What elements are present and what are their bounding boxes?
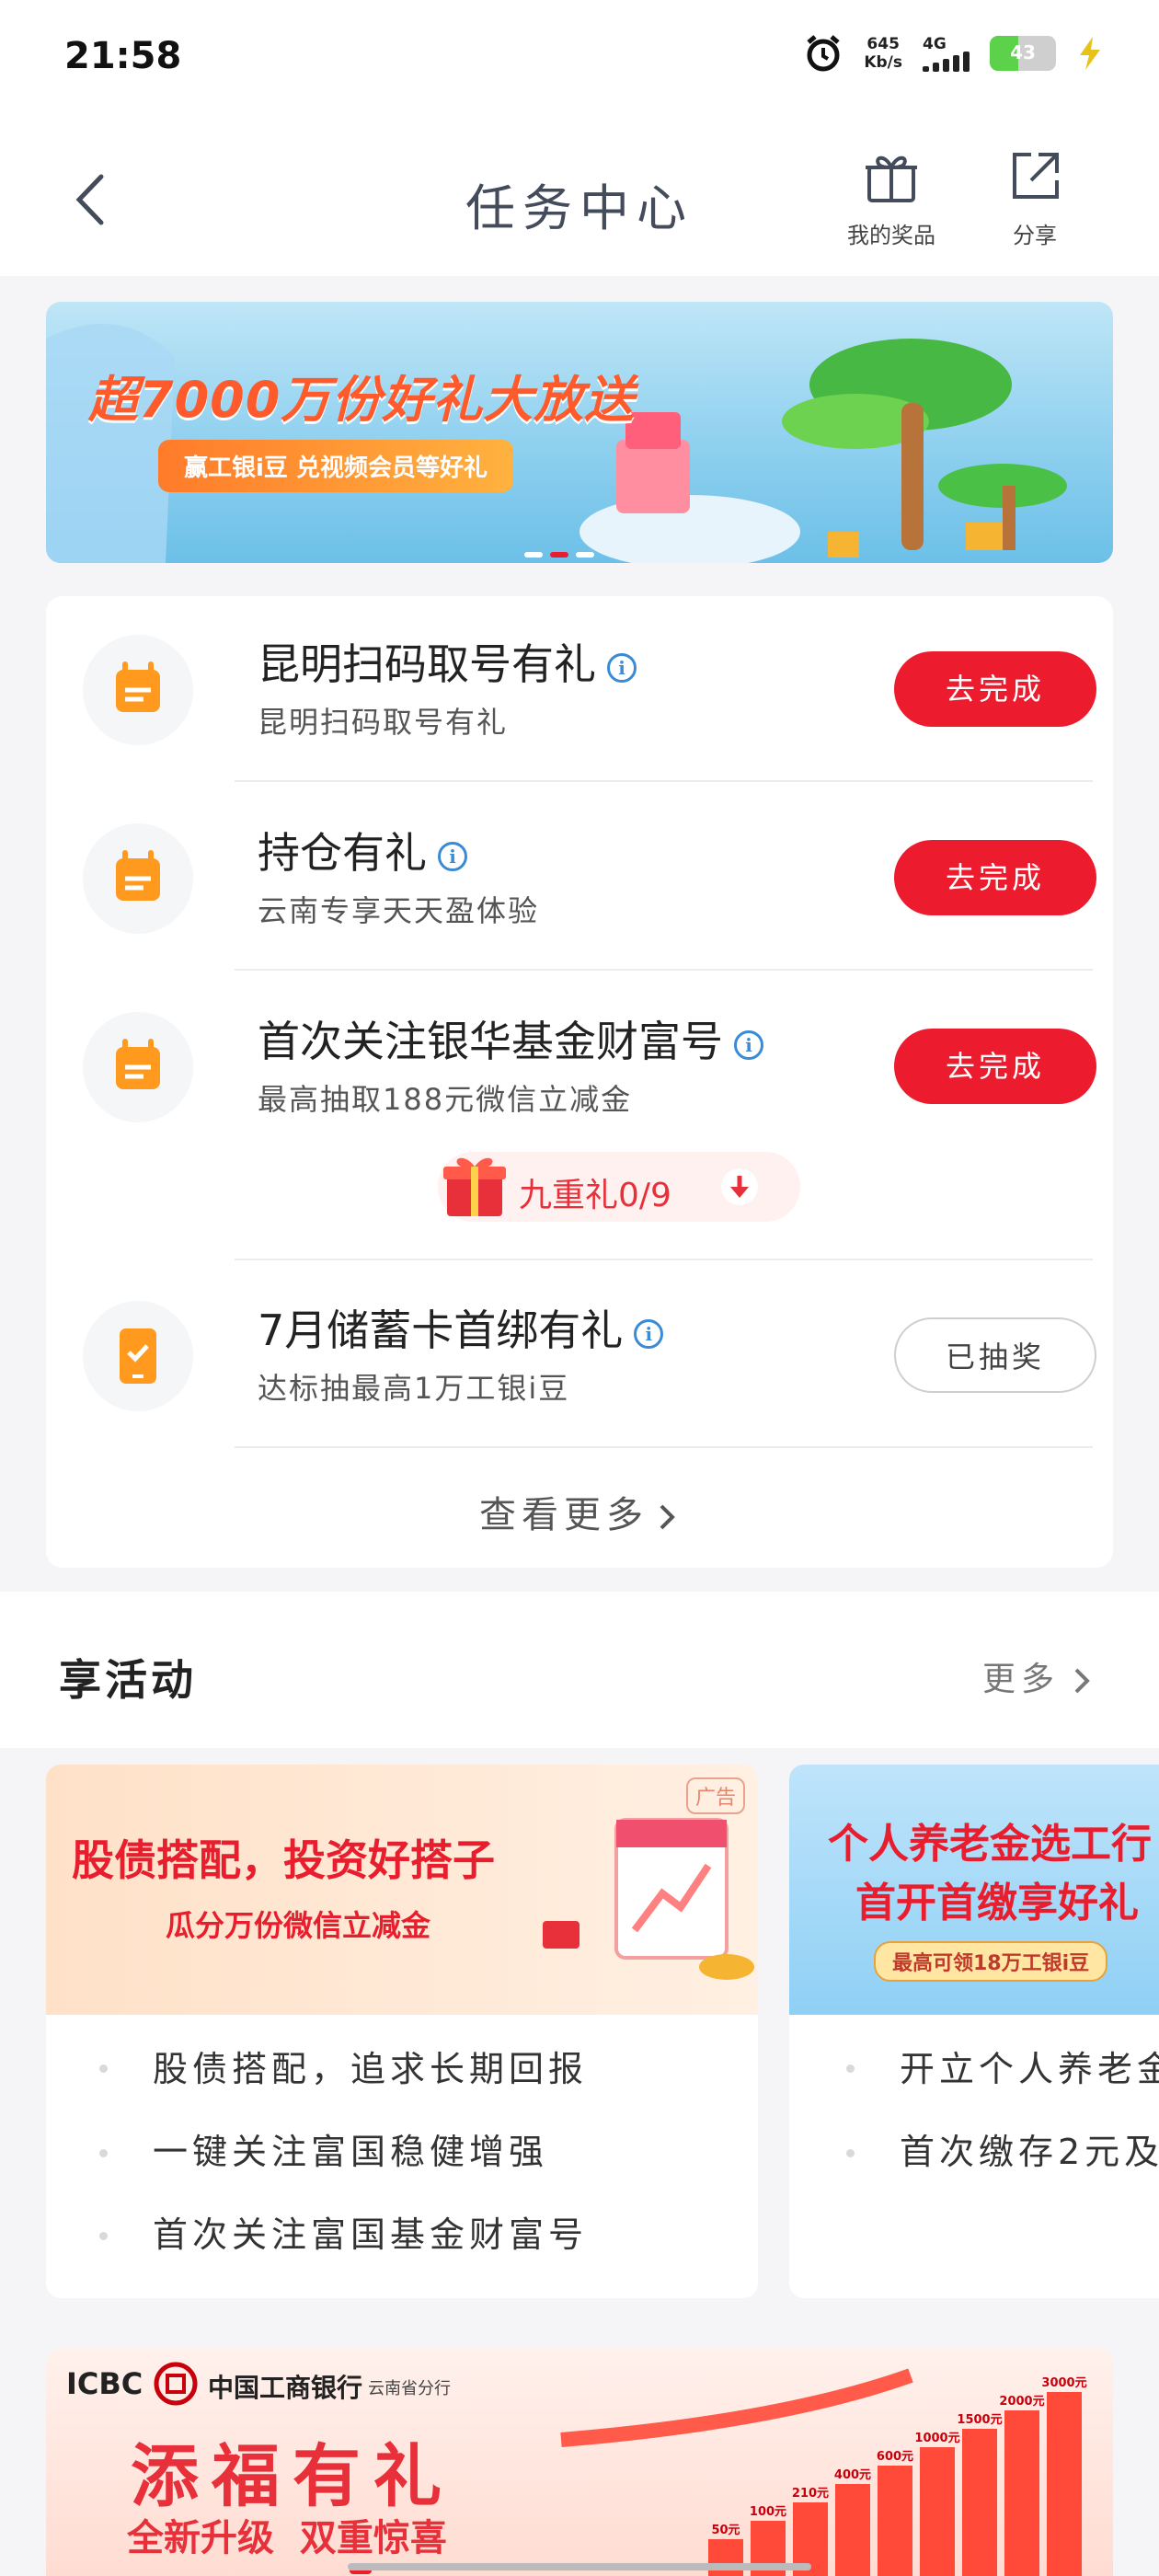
- calendar-icon: [83, 635, 193, 745]
- battery-icon: 43: [990, 36, 1056, 71]
- banner-artwork: [46, 324, 1067, 563]
- info-icon[interactable]: i: [634, 1318, 664, 1349]
- step-label: 400元: [834, 2468, 871, 2482]
- arrow-down-icon: [721, 1168, 758, 1205]
- activity-sub: 瓜分万份微信立减金: [166, 1908, 431, 1943]
- activity-headline: 个人养老金选工行: [828, 1821, 1152, 1868]
- banner-subtitle: 赢工银i豆 兑视频会员等好礼: [158, 440, 513, 492]
- section-title: 享活动: [59, 1655, 197, 1705]
- list-item: 首次关注富国基金财富号: [153, 2214, 589, 2255]
- icbc-promo-banner[interactable]: ICBC 中国工商银行 云南省分行 添福有礼 全新升级 双重惊喜 50元 100元…: [46, 2348, 1113, 2576]
- info-icon[interactable]: i: [607, 652, 637, 683]
- task-title: 持仓有礼 i: [258, 820, 467, 880]
- nine-gifts-toggle[interactable]: 九重礼0/9: [438, 1152, 800, 1222]
- drawn-button[interactable]: 已抽奖: [894, 1317, 1096, 1393]
- divider: [235, 1259, 1093, 1260]
- divider: [235, 969, 1093, 971]
- activity-image: [46, 1765, 758, 2015]
- more-link[interactable]: 更多: [982, 1652, 1095, 1700]
- signal-icon: [923, 52, 970, 72]
- share-button[interactable]: 分享: [975, 147, 1095, 249]
- go-complete-button[interactable]: 去完成: [894, 840, 1096, 915]
- net-speed: 645 Kb/s: [864, 35, 902, 72]
- gift-box-icon: [443, 1157, 506, 1216]
- step-label: 100元: [750, 2505, 786, 2519]
- phone-card-icon: [83, 1301, 193, 1411]
- ad-badge: 广告: [685, 1777, 745, 1814]
- status-bar: 21:58 645 Kb/s 4G 43: [0, 0, 1159, 120]
- charging-icon: [1080, 37, 1100, 70]
- activity-badge: 最高可领18万工银i豆: [874, 1941, 1108, 1982]
- divider: [235, 1446, 1093, 1448]
- step-bar: [920, 2447, 955, 2576]
- task-list: 昆明扫码取号有礼 i 昆明扫码取号有礼 去完成 持仓有礼 i 云南专享天天盈体验 去…: [46, 596, 1113, 1568]
- go-complete-button[interactable]: 去完成: [894, 1029, 1096, 1104]
- home-indicator: [348, 2563, 811, 2570]
- gift-icon: [866, 155, 917, 202]
- step-label: 3000元: [1041, 2376, 1086, 2390]
- task-title: 昆明扫码取号有礼 i: [258, 631, 637, 692]
- activity-sub: 首开首缴享好礼: [855, 1880, 1139, 1926]
- step-label: 2000元: [999, 2395, 1044, 2409]
- chevron-right-icon: [660, 1504, 675, 1530]
- nine-gifts-label: 九重礼0/9: [519, 1177, 671, 1214]
- network-type: 4G: [923, 35, 947, 53]
- alarm-icon: [807, 35, 840, 72]
- step-bar: [1047, 2392, 1082, 2576]
- activity-card[interactable]: 广告 股债搭配，投资好搭子 瓜分万份微信立减金 股债搭配，追求长期回报 一键关注…: [46, 1765, 758, 2298]
- share-icon: [1013, 153, 1059, 199]
- banner-headline: 超7000万份好礼大放送: [88, 371, 636, 429]
- go-complete-button[interactable]: 去完成: [894, 651, 1096, 727]
- task-desc: 昆明扫码取号有礼: [258, 705, 509, 740]
- task-title: 7月储蓄卡首绑有礼 i: [258, 1297, 664, 1358]
- calendar-icon: [83, 1012, 193, 1122]
- calendar-icon: [83, 823, 193, 934]
- list-item: 首次缴存2元及: [900, 2132, 1159, 2172]
- divider: [235, 780, 1093, 782]
- step-label: 600元: [877, 2450, 913, 2464]
- activity-card[interactable]: 个人养老金选工行 首开首缴享好礼 最高可领18万工银i豆 开立个人养老金 首次缴…: [789, 1765, 1159, 2298]
- list-item: 一键关注富国稳健增强: [153, 2132, 549, 2172]
- calendar-chart-illustration: [543, 1818, 754, 1980]
- step-label: 1000元: [914, 2432, 959, 2445]
- step-bars-illustration: 50元 100元 210元 400元 600元1000元 1500元 2000元 3000元: [350, 2368, 1087, 2576]
- step-bar: [962, 2429, 997, 2576]
- clock: 21:58: [64, 35, 182, 77]
- step-bar: [708, 2539, 743, 2576]
- step-bar: [835, 2484, 870, 2576]
- view-more-link[interactable]: 查看更多: [46, 1485, 1113, 1538]
- activity-headline: 股债搭配，投资好搭子: [72, 1835, 495, 1885]
- step-label: 50元: [711, 2524, 740, 2537]
- promo-banner[interactable]: 超7000万份好礼大放送 赢工银i豆 兑视频会员等好礼: [46, 302, 1113, 563]
- task-desc: 云南专享天天盈体验: [258, 893, 540, 928]
- task-desc: 达标抽最高1万工银i豆: [258, 1371, 570, 1406]
- nav-header: 任务中心 我的奖品 分享: [0, 120, 1159, 276]
- step-bar: [878, 2466, 912, 2576]
- list-item: 股债搭配，追求长期回报: [153, 2049, 589, 2089]
- info-icon[interactable]: i: [438, 841, 467, 871]
- task-title: 首次关注银华基金财富号 i: [258, 1008, 763, 1069]
- step-label: 210元: [792, 2487, 829, 2501]
- task-desc: 最高抽取188元微信立减金: [258, 1082, 633, 1117]
- my-prizes-button[interactable]: 我的奖品: [832, 147, 951, 249]
- step-bar: [1004, 2410, 1039, 2576]
- info-icon[interactable]: i: [734, 1029, 763, 1060]
- chevron-right-icon: [1074, 1668, 1090, 1694]
- list-item: 开立个人养老金: [900, 2049, 1159, 2089]
- step-label: 1500元: [957, 2413, 1002, 2427]
